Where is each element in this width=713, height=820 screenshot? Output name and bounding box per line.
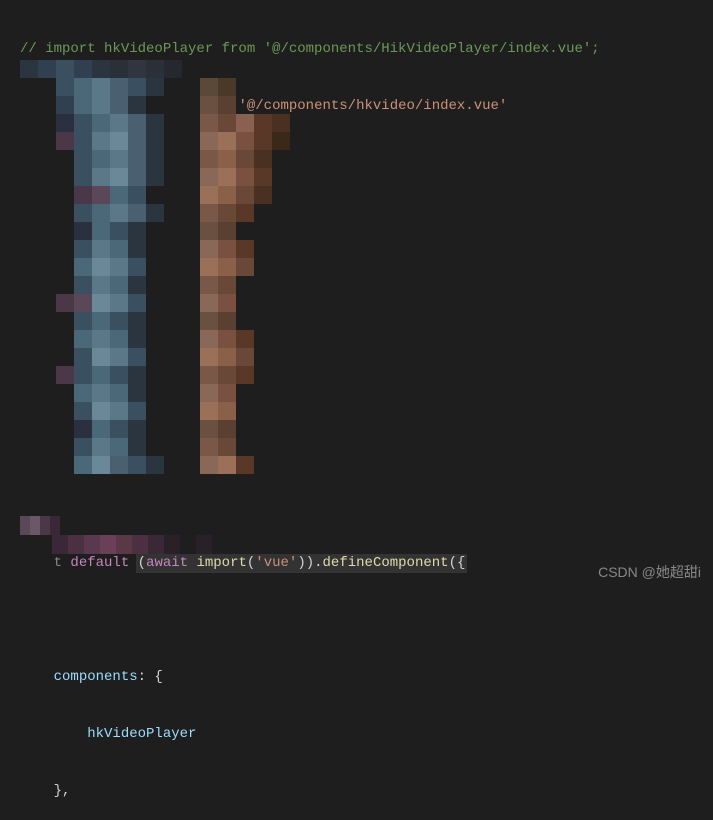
code-line: t default (await import('vue')).defineCo… (20, 554, 465, 573)
property-components: components (54, 668, 138, 687)
pixelated-region (20, 60, 310, 492)
code-line (20, 611, 465, 630)
code-line: hkVideoPlayer (20, 725, 465, 744)
pixelated-small-region-2 (52, 535, 212, 554)
keyword-default: default (70, 554, 129, 573)
comment-text: // import hkVideoPlayer from '@/componen… (20, 40, 600, 59)
component-ref: hkVideoPlayer (87, 725, 196, 744)
watermark-text: CSDN @她超甜i (598, 563, 701, 582)
code-line: // import hkVideoPlayer from '@/componen… (20, 40, 713, 59)
pixelated-small-region (20, 516, 60, 535)
code-bottom: t default (await import('vue')).defineCo… (20, 516, 465, 820)
code-line: components: { (20, 668, 465, 687)
code-line: }, (20, 782, 465, 801)
